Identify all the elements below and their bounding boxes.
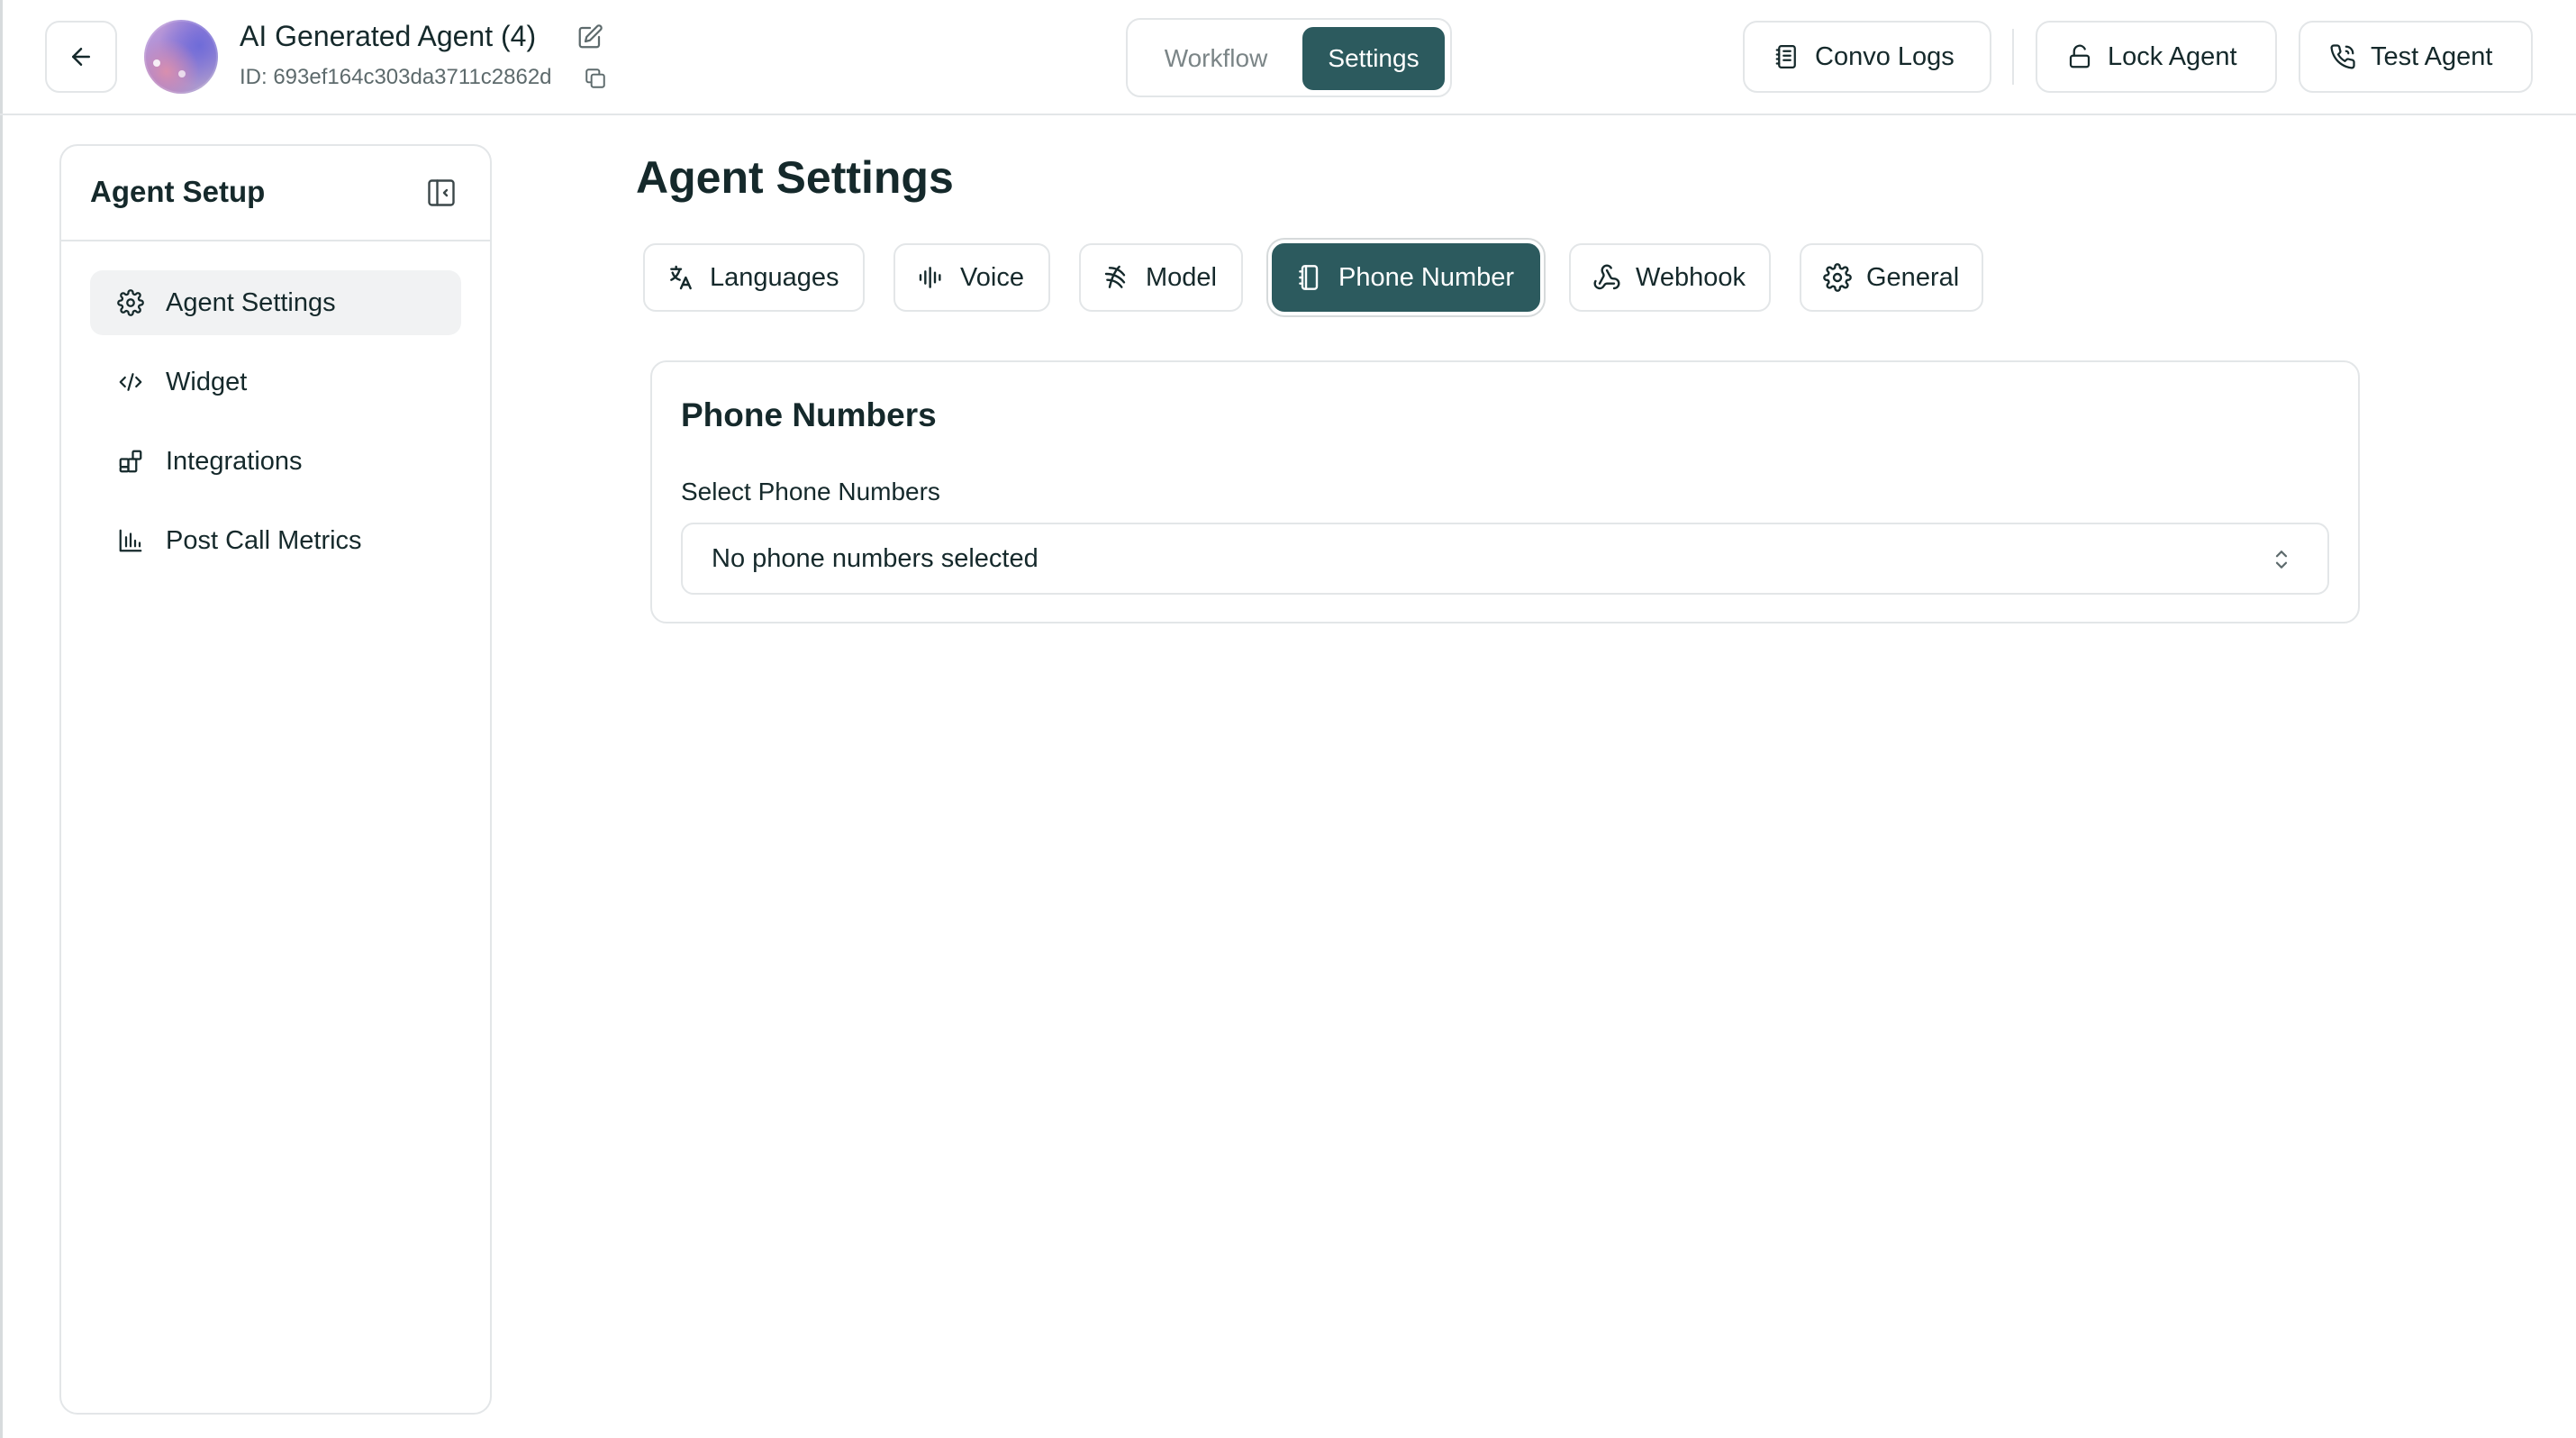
bar-chart-icon [117,527,144,554]
unlock-icon [2066,43,2093,70]
page-title: Agent Settings [636,152,954,203]
sidebar-item-widget[interactable]: Widget [90,350,461,414]
tab-voice[interactable]: Voice [893,243,1050,312]
card-title: Phone Numbers [681,396,937,433]
tab-label: Webhook [1636,262,1746,292]
translate-icon [667,263,695,292]
sidebar-collapse-icon[interactable] [425,177,458,209]
sidebar-item-label: Integrations [166,446,303,476]
header-divider [2012,29,2014,85]
sidebar-title: Agent Setup [90,175,266,208]
tab-model[interactable]: Model [1079,243,1243,312]
pencil-square-icon[interactable] [576,23,603,50]
sidebar-header: Agent Setup [61,146,490,241]
tab-webhook[interactable]: Webhook [1569,243,1771,312]
phone-number-select[interactable]: No phone numbers selected [681,523,2329,595]
tab-label: Model [1146,262,1217,292]
sidebar-item-post-call-metrics[interactable]: Post Call Metrics [90,508,461,573]
agent-id: ID: 693ef164c303da3711c2862d [240,65,552,89]
logs-icon [1773,43,1800,70]
test-agent-button[interactable]: Test Agent [2299,21,2533,93]
tab-phone-number[interactable]: Phone Number [1272,243,1540,312]
back-button[interactable] [45,21,117,93]
tab-label: Voice [960,262,1024,292]
blocks-icon [117,448,144,475]
lock-agent-button[interactable]: Lock Agent [2036,21,2277,93]
lock-agent-label: Lock Agent [2108,41,2237,71]
phone-numbers-card: Phone Numbers Select Phone Numbers No ph… [650,360,2360,623]
convo-logs-label: Convo Logs [1815,41,1955,71]
test-agent-label: Test Agent [2371,41,2493,71]
sidebar-item-agent-settings[interactable]: Agent Settings [90,270,461,335]
select-value: No phone numbers selected [712,544,1039,573]
webhook-icon [1592,263,1621,292]
audio-waveform-icon [917,263,946,292]
convo-logs-button[interactable]: Convo Logs [1743,21,1991,93]
sidebar-item-label: Post Call Metrics [166,525,362,555]
top-header: AI Generated Agent (4) ID: 693ef164c303d… [0,0,2576,115]
sidebar-item-label: Widget [166,367,248,396]
chevrons-up-down-icon [2268,546,2295,573]
gear-icon [117,289,144,316]
view-toggle: Workflow Settings [1126,18,1452,97]
copy-icon[interactable] [584,67,607,90]
window-edge [0,0,3,1438]
phone-device-icon [1295,263,1324,292]
tab-label: Languages [710,262,839,292]
tab-languages[interactable]: Languages [643,243,865,312]
sidebar-item-integrations[interactable]: Integrations [90,429,461,494]
model-icon [1102,263,1131,292]
sidebar-item-label: Agent Settings [166,287,336,317]
arrow-left-icon [68,43,95,70]
code-icon [117,369,144,396]
phone-call-icon [2329,43,2356,70]
workflow-tab[interactable]: Workflow [1138,27,1293,90]
gear-icon [1823,263,1852,292]
tab-general[interactable]: General [1800,243,1983,312]
agent-setup-sidebar: Agent Setup Agent Settings Widget Integr… [59,144,492,1415]
select-phone-numbers-label: Select Phone Numbers [681,478,940,505]
agent-name: AI Generated Agent (4) [240,20,537,52]
settings-tab[interactable]: Settings [1302,27,1445,90]
agent-avatar [144,20,218,94]
tab-label: Phone Number [1338,262,1515,292]
tab-label: General [1866,262,1960,292]
